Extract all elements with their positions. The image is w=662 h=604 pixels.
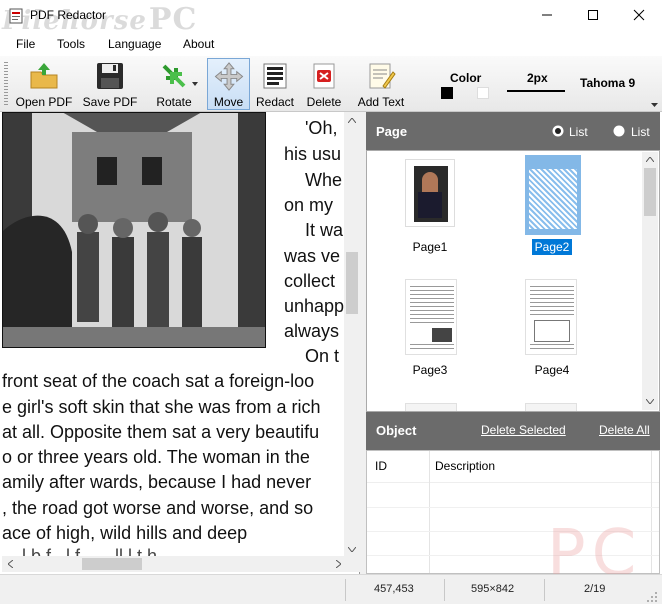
- page-thumbnail-list[interactable]: Page1 Page2 Page3 Page4: [366, 150, 660, 412]
- rotate-dropdown-icon[interactable]: [192, 82, 198, 86]
- doc-text-line: ace of high, wild hills and deep: [2, 523, 248, 543]
- doc-text-line: , the road got worse and worse, and so: [2, 498, 314, 518]
- scroll-down-icon[interactable]: [646, 399, 654, 404]
- page5-thumbnail[interactable]: [405, 403, 457, 411]
- doc-text-line: front seat of the coach sat a foreign-lo…: [2, 371, 315, 391]
- stroke-width-line: [507, 90, 565, 92]
- object-panel-header: Object Delete Selected Delete All: [366, 412, 660, 450]
- doc-text-line: Whe: [305, 170, 343, 190]
- book-illustration: [2, 112, 266, 348]
- page2-thumbnail[interactable]: [525, 155, 581, 235]
- close-button[interactable]: [616, 0, 662, 30]
- page4-thumbnail[interactable]: [525, 279, 577, 355]
- page3-thumbnail[interactable]: [405, 279, 457, 355]
- stroke-width-label[interactable]: 2px: [527, 71, 548, 85]
- maximize-button[interactable]: [570, 0, 616, 30]
- doc-text-line: on my: [284, 195, 334, 215]
- status-page-size: 595×842: [471, 583, 515, 595]
- document-vertical-scrollbar[interactable]: [344, 112, 360, 558]
- maximize-icon: [588, 10, 598, 20]
- window-title: PDF Redactor: [30, 8, 107, 22]
- color-label: Color: [450, 71, 482, 85]
- rotate-arrows-icon: [162, 64, 186, 88]
- page4-label[interactable]: Page4: [512, 363, 592, 377]
- scroll-left-icon[interactable]: [8, 560, 13, 568]
- doc-text-line: o or three years old. The woman in the: [2, 447, 310, 467]
- scroll-up-icon[interactable]: [646, 157, 654, 162]
- add-text-icon: [369, 63, 396, 89]
- toolbar: Open PDF Save PDF Rotate Move Redact Del…: [0, 56, 662, 112]
- menu-file[interactable]: File: [16, 37, 35, 51]
- radio-list-1-icon[interactable]: [552, 125, 564, 137]
- save-pdf-button[interactable]: Save PDF: [80, 58, 140, 110]
- delete-icon: [313, 63, 335, 89]
- radio-list-2-icon[interactable]: [613, 125, 625, 137]
- doc-text-line: collect: [284, 271, 336, 291]
- delete-button[interactable]: Delete: [302, 58, 346, 110]
- move-button[interactable]: Move: [207, 58, 250, 110]
- color-swatch-white[interactable]: [477, 87, 489, 99]
- doc-text-line: was ve: [284, 246, 341, 266]
- scroll-up-icon[interactable]: [348, 118, 356, 123]
- scroll-right-icon[interactable]: [336, 560, 341, 568]
- page-panel-title: Page: [376, 124, 408, 139]
- radio-list-2-label[interactable]: List: [631, 125, 650, 139]
- radio-list-1-label[interactable]: List: [569, 125, 588, 139]
- font-label[interactable]: Tahoma 9: [580, 76, 635, 90]
- status-page-number: 2/19: [584, 583, 606, 595]
- object-table[interactable]: ID Description PC: [366, 450, 660, 591]
- status-bar: 457,453 595×842 2/19: [0, 574, 662, 604]
- open-pdf-button[interactable]: Open PDF: [12, 58, 76, 110]
- menu-language[interactable]: Language: [108, 37, 161, 51]
- column-description[interactable]: Description: [435, 459, 495, 473]
- color-swatch-black[interactable]: [441, 87, 453, 99]
- doc-text-line: 'Oh,: [305, 118, 338, 138]
- doc-text-line: at all. Opposite them sat a very beautif…: [2, 422, 320, 442]
- page2-label[interactable]: Page2: [512, 239, 592, 255]
- page-list-scroll-thumb[interactable]: [644, 168, 656, 216]
- doc-text-line: amily after wards, because I had never: [2, 472, 312, 492]
- page6-thumbnail[interactable]: [525, 403, 577, 411]
- page-panel-header: Page List List: [366, 112, 660, 150]
- delete-selected-link[interactable]: Delete Selected: [481, 423, 566, 437]
- doc-text-line: It wa: [305, 220, 344, 240]
- doc-text-line: always: [284, 321, 340, 341]
- object-panel-title: Object: [376, 423, 417, 438]
- redact-icon: [263, 63, 287, 89]
- toolbar-overflow-icon[interactable]: [651, 102, 658, 108]
- document-view[interactable]: 'Oh, his usu Whe on my It wa was ve coll…: [2, 112, 360, 574]
- menu-about[interactable]: About: [183, 37, 214, 51]
- doc-text-line: e girl's soft skin that she was from a r…: [2, 397, 321, 417]
- redact-button[interactable]: Redact: [252, 58, 298, 110]
- object-table-header: ID Description: [367, 451, 659, 573]
- page3-label[interactable]: Page3: [390, 363, 470, 377]
- open-folder-icon: [30, 63, 58, 89]
- doc-text-line: his usu: [284, 144, 342, 164]
- delete-all-link[interactable]: Delete All: [599, 423, 650, 437]
- app-icon: [9, 8, 23, 24]
- menu-tools[interactable]: Tools: [57, 37, 85, 51]
- move-arrows-icon: [214, 62, 243, 91]
- floppy-disk-icon: [97, 63, 123, 89]
- page1-thumbnail[interactable]: [405, 159, 455, 227]
- document-hscroll-thumb[interactable]: [82, 558, 142, 570]
- minimize-button[interactable]: [524, 0, 570, 30]
- column-id[interactable]: ID: [375, 459, 387, 473]
- close-icon: [633, 9, 645, 21]
- page1-label[interactable]: Page1: [390, 240, 470, 254]
- doc-text-line: On t: [305, 346, 340, 366]
- menu-bar: File Tools Language About: [0, 32, 662, 56]
- document-horizontal-scrollbar[interactable]: [2, 556, 360, 572]
- resize-grip-icon[interactable]: [646, 591, 658, 603]
- add-text-button[interactable]: Add Text: [352, 58, 410, 110]
- minimize-icon: [542, 14, 552, 16]
- title-bar: FilehorsePC PDF Redactor: [0, 0, 662, 37]
- doc-text-line: unhapp: [284, 296, 345, 316]
- status-coordinates: 457,453: [374, 583, 414, 595]
- scroll-down-icon[interactable]: [348, 547, 356, 552]
- document-vscroll-thumb[interactable]: [346, 252, 358, 314]
- toolbar-grip[interactable]: [4, 62, 8, 106]
